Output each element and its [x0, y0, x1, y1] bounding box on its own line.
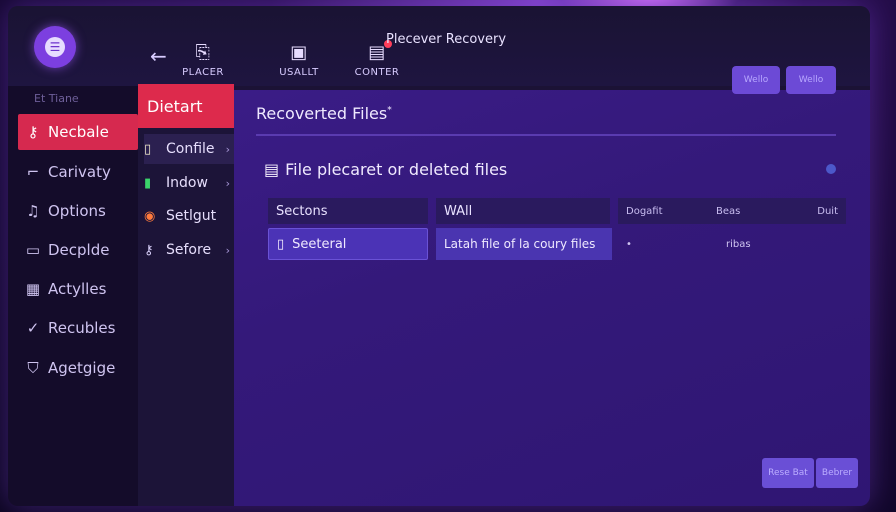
- footer-primary-button[interactable]: Rese Bat: [762, 458, 814, 488]
- main-panel: Recoverted Files* ▤ File plecaret or del…: [234, 90, 870, 506]
- chrome-icon: ◉: [144, 208, 156, 224]
- table-row-cell: ribas: [726, 238, 751, 250]
- sidebar-item-decplde[interactable]: ▭ Decplde: [18, 232, 138, 268]
- category-item-label: Setlgut: [166, 208, 217, 224]
- column-header-duit[interactable]: Duit: [788, 198, 846, 224]
- section-heading: ▤ File plecaret or deleted files: [264, 160, 508, 179]
- music-note-icon: ♫: [26, 202, 40, 220]
- category-item-setlgut[interactable]: ◉ Setlgut: [144, 201, 234, 231]
- sidebar-section-label: Et Tiane: [34, 92, 79, 105]
- key-icon: ⚷: [27, 123, 39, 141]
- window-title: Plecever Recovery: [386, 32, 507, 47]
- table-row-section-cell[interactable]: ▯ Seeteral: [268, 228, 428, 260]
- category-item-label: Sefore: [166, 242, 212, 258]
- monitor-icon: ▭: [25, 241, 41, 259]
- category-item-label: Indow: [166, 175, 208, 191]
- sidebar-item-agetgige[interactable]: ⛉ Agetgige: [18, 350, 138, 386]
- check-icon: ✓: [26, 319, 40, 337]
- chevron-right-icon: ›: [225, 142, 230, 156]
- header-button-1[interactable]: Wello: [732, 66, 780, 94]
- table-row-cell: •: [626, 238, 632, 250]
- sidebar-item-label: Recubles: [48, 319, 116, 337]
- category-column: Dietart ▯ Confile › ▮ Indow › ◉ Setlgut …: [138, 84, 234, 506]
- toolbar-label: PLACER: [182, 67, 224, 78]
- column-header-beas[interactable]: Beas: [708, 198, 788, 224]
- key-icon: ⚷: [144, 242, 154, 258]
- column-header-sections[interactable]: Sectons: [268, 198, 428, 224]
- status-dot: [826, 164, 836, 174]
- document-icon: ▤: [264, 160, 280, 179]
- sidebar-item-actylles[interactable]: ▦ Actylles: [18, 271, 138, 307]
- column-header-dogafit[interactable]: Dogafit: [618, 198, 708, 224]
- category-item-confile[interactable]: ▯ Confile ›: [144, 134, 234, 164]
- sidebar-item-carivaty[interactable]: ⌐ Carivaty: [18, 154, 138, 190]
- sidebar: Et Tiane ⚷ Necbale ⌐ Carivaty ♫ Options …: [8, 86, 138, 506]
- column-header-wall[interactable]: WAll: [436, 198, 610, 224]
- page-title: Recoverted Files*: [256, 104, 392, 123]
- document-icon: ⎘: [195, 42, 211, 63]
- sidebar-item-necbale[interactable]: ⚷ Necbale: [18, 114, 138, 150]
- sidebar-item-options[interactable]: ♫ Options: [18, 193, 138, 229]
- sidebar-item-label: Actylles: [48, 280, 107, 298]
- toolbar-placer-button[interactable]: ⎘ PLACER: [178, 42, 228, 78]
- table-row-description-cell[interactable]: Latah file of la coury files: [436, 228, 612, 260]
- bracket-icon: ⌐: [26, 163, 40, 181]
- sidebar-item-recubles[interactable]: ✓ Recubles: [18, 310, 138, 346]
- shield-icon: ⛉: [27, 359, 39, 377]
- category-item-sefore[interactable]: ⚷ Sefore ›: [144, 235, 234, 265]
- sidebar-item-label: Agetgige: [48, 359, 116, 377]
- chevron-right-icon: ›: [225, 243, 230, 257]
- toolbar-label: USALLT: [279, 67, 319, 78]
- chevron-right-icon: ›: [225, 176, 230, 190]
- header-button-2[interactable]: Wello: [786, 66, 836, 94]
- sidebar-item-label: Decplde: [48, 241, 110, 259]
- title-divider: [256, 134, 836, 136]
- box-icon: ▣: [290, 42, 308, 63]
- toolbar-label: CONTER: [354, 67, 400, 78]
- file-icon: ▯: [144, 141, 152, 157]
- sidebar-item-label: Necbale: [48, 123, 109, 141]
- footer-secondary-button[interactable]: Bebrer: [816, 458, 858, 488]
- sidebar-item-label: Carivaty: [48, 163, 111, 181]
- category-item-label: Confile: [166, 141, 215, 157]
- file-icon: ▯: [277, 236, 285, 252]
- category-item-indow[interactable]: ▮ Indow ›: [144, 168, 234, 198]
- grid-icon: ▦: [25, 280, 41, 298]
- toolbar-conter-button[interactable]: ▤ CONTER: [348, 40, 406, 78]
- toolbar-usallt-button[interactable]: ▣ USALLT: [270, 42, 328, 78]
- app-window: ☰ ← ⎘ PLACER ▣ USALLT ▤ CONTER Plecever …: [8, 6, 870, 506]
- app-logo-icon[interactable]: ☰: [34, 26, 76, 68]
- category-header[interactable]: Dietart: [138, 84, 234, 128]
- green-file-icon: ▮: [144, 175, 152, 191]
- back-arrow-icon[interactable]: ←: [150, 44, 167, 68]
- sidebar-item-label: Options: [48, 202, 106, 220]
